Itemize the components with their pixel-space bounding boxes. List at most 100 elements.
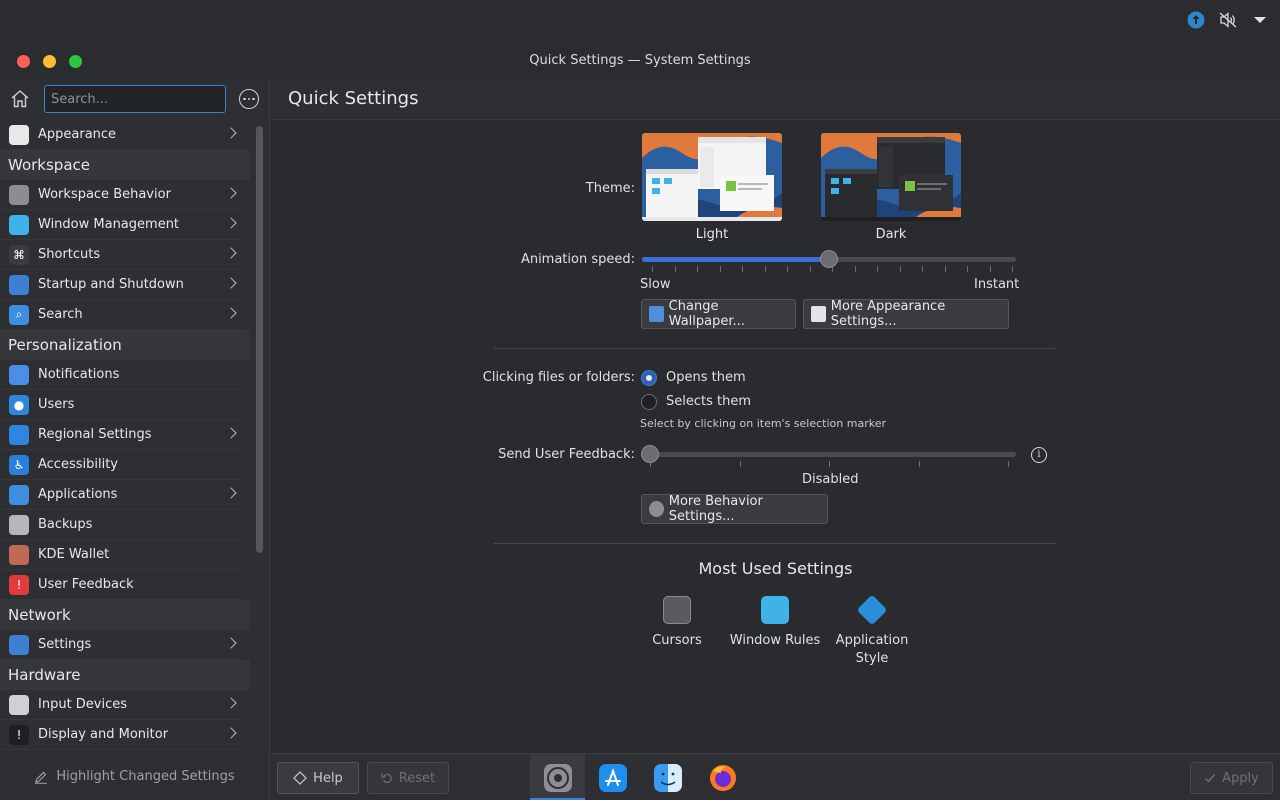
- sidebar-item-users[interactable]: ● Users: [0, 390, 241, 420]
- sidebar-item-display-and-monitor[interactable]: ! Display and Monitor: [0, 720, 241, 750]
- chevron-right-icon: [225, 187, 237, 199]
- more-behavior-settings-button[interactable]: More Behavior Settings...: [641, 494, 828, 524]
- search-icon: ⌕: [9, 304, 29, 325]
- sidebar-item-label: Appearance: [38, 127, 117, 142]
- sidebar-item-label: Settings: [38, 637, 92, 652]
- dock-app-store[interactable]: [585, 754, 640, 800]
- slider-tick: [918, 461, 920, 467]
- search-input[interactable]: [44, 85, 226, 113]
- separator-2: [494, 543, 1055, 544]
- workspace-behavior-icon: [9, 184, 29, 205]
- chevron-right-icon: [225, 247, 237, 259]
- sidebar-item-workspace-behavior[interactable]: Workspace Behavior: [0, 180, 241, 210]
- applications-icon: [9, 484, 29, 505]
- sidebar-item-kde-wallet[interactable]: KDE Wallet: [0, 540, 241, 570]
- application-style-icon: [856, 594, 888, 626]
- most-used-application-style[interactable]: Application Style: [817, 594, 927, 668]
- reset-button[interactable]: Reset: [367, 762, 449, 794]
- dropdown-icon[interactable]: [1250, 10, 1270, 30]
- slider-tick: [922, 266, 923, 272]
- sidebar-item-user-feedback[interactable]: ! User Feedback: [0, 570, 241, 600]
- most-used-window-rules[interactable]: Window Rules: [720, 596, 830, 650]
- feedback-slider-handle[interactable]: [641, 445, 659, 463]
- sidebar-scrollbar[interactable]: [256, 126, 263, 553]
- most-used-title: Most Used Settings: [698, 559, 853, 578]
- sidebar-item-label: Display and Monitor: [38, 727, 169, 742]
- sidebar-item-notifications[interactable]: Notifications: [0, 360, 241, 390]
- more-appearance-settings-button[interactable]: More Appearance Settings...: [803, 299, 1009, 329]
- highlight-changed-settings-button[interactable]: Highlight Changed Settings: [0, 753, 270, 800]
- selects-them-radio[interactable]: [641, 394, 657, 410]
- more-appearance-label: More Appearance Settings...: [830, 299, 946, 329]
- notifications-icon: [9, 364, 29, 385]
- application-style-label: Application Style: [835, 633, 909, 666]
- reset-label: Reset: [398, 770, 436, 786]
- cursors-icon: [663, 596, 691, 624]
- finder-icon: [653, 763, 682, 792]
- updates-icon[interactable]: [1186, 10, 1206, 30]
- dock: [530, 754, 750, 800]
- sidebar-item-settings[interactable]: Settings: [0, 630, 241, 660]
- animation-speed-label: Animation speed:: [520, 252, 635, 267]
- animation-speed-handle[interactable]: [820, 250, 838, 268]
- sidebar-item-window-management[interactable]: Window Management: [0, 210, 241, 240]
- behavior-icon: [649, 501, 664, 517]
- most-used-cursors[interactable]: Cursors: [622, 596, 732, 650]
- slider-tick: [989, 266, 991, 272]
- sidebar-item-appearance[interactable]: Appearance: [0, 120, 241, 150]
- apply-button[interactable]: Apply: [1190, 762, 1273, 794]
- top-panel: [0, 0, 1280, 44]
- window-management-icon: [9, 214, 29, 235]
- theme-label: Theme:: [585, 181, 635, 196]
- sidebar-item-search[interactable]: ⌕ Search: [0, 300, 241, 330]
- sidebar-item-label: Backups: [38, 517, 93, 532]
- opens-them-radio[interactable]: [641, 370, 657, 386]
- change-wallpaper-label: Change Wallpaper...: [668, 299, 745, 329]
- regional-settings-icon: [9, 424, 29, 445]
- sidebar-category-network: Network: [0, 600, 250, 630]
- dock-finder[interactable]: [640, 754, 695, 800]
- window-title: Quick Settings — System Settings: [529, 53, 751, 68]
- sidebar-item-input-devices[interactable]: Input Devices: [0, 690, 241, 720]
- theme-light-preview[interactable]: [642, 133, 782, 221]
- sidebar-item-label: User Feedback: [38, 577, 134, 592]
- sidebar-item-shortcuts[interactable]: ⌘ Shortcuts: [0, 240, 241, 270]
- chevron-right-icon: [225, 277, 237, 289]
- more-options-button[interactable]: [239, 89, 259, 109]
- info-icon[interactable]: i: [1031, 447, 1047, 463]
- chevron-right-icon: [225, 427, 237, 439]
- muted-speaker-icon[interactable]: [1218, 10, 1238, 30]
- home-button[interactable]: [10, 89, 32, 111]
- pencil-icon: [35, 771, 48, 784]
- sidebar: Appearance Workspace Workspace Behavior Win…: [0, 80, 270, 753]
- chevron-right-icon: [225, 697, 237, 709]
- sidebar-item-label: KDE Wallet: [38, 547, 110, 562]
- sidebar-item-regional-settings[interactable]: Regional Settings: [0, 420, 241, 450]
- sidebar-item-startup-and-shutdown[interactable]: Startup and Shutdown: [0, 270, 241, 300]
- help-button[interactable]: Help: [277, 762, 359, 794]
- chevron-right-icon: [225, 637, 237, 649]
- chevron-right-icon: [225, 217, 237, 229]
- slider-tick: [764, 266, 766, 272]
- help-label: Help: [313, 770, 343, 786]
- theme-dark-preview[interactable]: [821, 133, 961, 221]
- dock-firefox[interactable]: [695, 754, 750, 800]
- bottom-bar: Help Reset Apply: [271, 753, 1280, 800]
- main-content: Quick Settings Theme: Light Dark Animati…: [271, 80, 1280, 753]
- sidebar-item-backups[interactable]: Backups: [0, 510, 241, 540]
- slider-tick: [1008, 461, 1009, 467]
- change-wallpaper-button[interactable]: Change Wallpaper...: [641, 299, 796, 329]
- dock-system-settings[interactable]: [530, 754, 585, 800]
- sidebar-item-applications[interactable]: Applications: [0, 480, 241, 510]
- sidebar-item-label: Notifications: [38, 367, 120, 382]
- accessibility-icon: ♿: [9, 454, 29, 475]
- page-title: Quick Settings: [288, 88, 419, 109]
- selects-them-label: Selects them: [666, 394, 752, 409]
- page-header: Quick Settings: [271, 80, 1280, 120]
- chevron-right-icon: [225, 307, 237, 319]
- sidebar-item-accessibility[interactable]: ♿ Accessibility: [0, 450, 241, 480]
- appearance-icon: [9, 124, 29, 145]
- sidebar-category-hardware: Hardware: [0, 660, 250, 690]
- window-rules-icon: [761, 596, 789, 624]
- sidebar-item-label: Accessibility: [38, 457, 118, 472]
